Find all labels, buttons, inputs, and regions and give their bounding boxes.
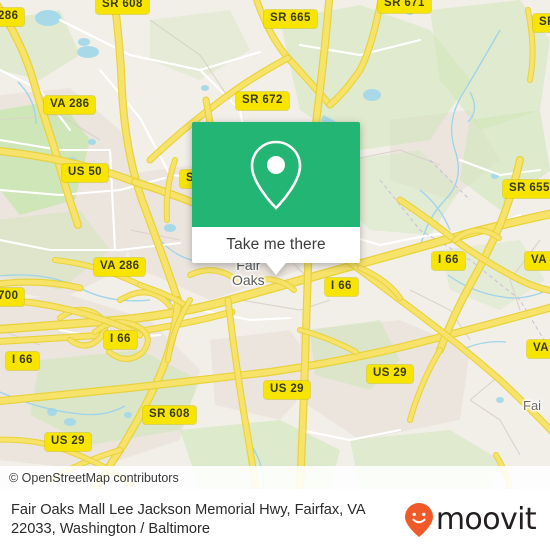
callout-image-panel	[192, 122, 360, 227]
road-shield: SR 655	[503, 180, 550, 198]
road-shield: US 29	[367, 365, 413, 383]
map-canvas[interactable]: .land{fill:#f2efe9;} .green{fill:#cfe6b8…	[0, 0, 550, 489]
location-title: Fair Oaks Mall Lee Jackson Memorial Hwy,…	[11, 501, 365, 537]
road-shield: I 66	[325, 278, 358, 296]
osm-attribution-text[interactable]: © OpenStreetMap contributors	[0, 471, 179, 485]
moovit-wordmark: moovit	[435, 501, 537, 537]
road-shield: SR	[533, 14, 550, 32]
road-shield: VA 286	[94, 258, 146, 276]
road-shield: US 29	[264, 381, 310, 399]
location-pin-icon	[250, 140, 302, 210]
road-shield: VA	[527, 340, 550, 358]
road-shield: I 66	[432, 252, 465, 270]
moovit-logo[interactable]: moovit	[404, 501, 537, 538]
place-label: Fai	[523, 398, 542, 413]
callout-pointer-tail	[266, 263, 286, 275]
road-shield: SR 672	[236, 92, 289, 110]
take-me-there-label: Take me there	[226, 236, 326, 253]
road-shield: SR 608	[96, 0, 149, 14]
road-shield: SR 665	[264, 10, 317, 28]
road-shield: VA 286	[44, 96, 96, 114]
road-shield: VA	[525, 252, 550, 270]
map-screenshot: .land{fill:#f2efe9;} .green{fill:#cfe6b8…	[0, 0, 550, 550]
road-shield: 286	[0, 8, 25, 26]
moovit-smiley-pin-icon	[404, 502, 433, 537]
road-shield: SR 671	[378, 0, 431, 13]
road-shield: US 29	[45, 433, 91, 451]
footer-bar: Fair Oaks Mall Lee Jackson Memorial Hwy,…	[0, 489, 550, 550]
take-me-there-callout[interactable]: Take me there	[192, 122, 360, 275]
map-attribution-bar: © OpenStreetMap contributors	[0, 466, 550, 489]
road-shield: I 66	[104, 331, 137, 349]
road-shield: 700	[0, 288, 25, 306]
road-shield: I 66	[6, 352, 39, 370]
callout-action-bar[interactable]: Take me there	[192, 227, 360, 263]
road-shield: SR 608	[143, 406, 196, 424]
road-shield: US 50	[62, 164, 108, 182]
